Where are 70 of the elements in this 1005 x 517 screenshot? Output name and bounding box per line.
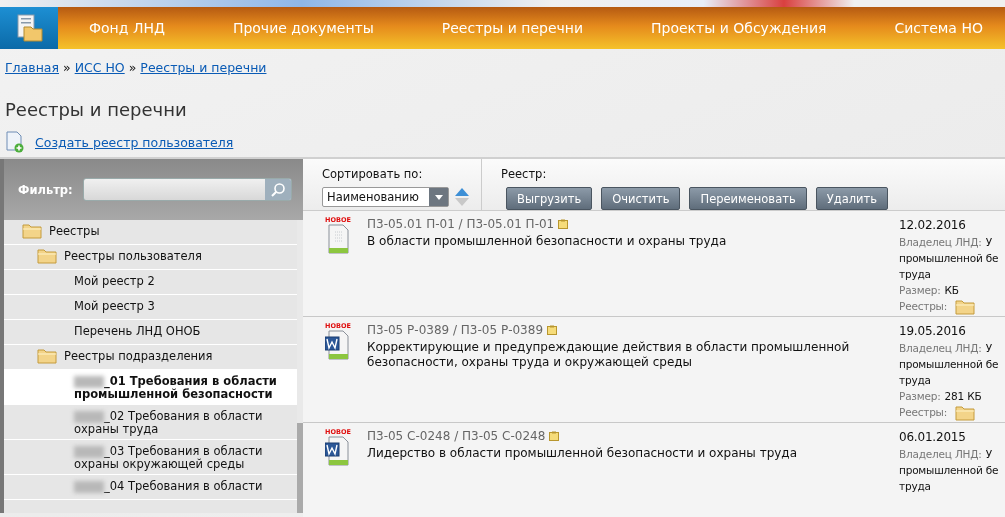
owner-value: У — [985, 448, 992, 460]
document-title[interactable]: Корректирующие и предупреждающие действия в области промышленной безопасности, охраны труда и окружающей среды — [367, 340, 857, 370]
document-icon[interactable] — [325, 224, 349, 254]
document-title[interactable]: В области промышленной безопасности и охраны труда — [367, 234, 857, 249]
size-label: Размер: — [899, 284, 941, 296]
breadcrumb-separator: » — [128, 60, 137, 75]
size-value: 281 КБ — [944, 390, 982, 402]
logo-icon — [0, 7, 58, 49]
registries-label: Реестры: — [899, 406, 948, 418]
document-date: 19.05.2016 — [899, 323, 967, 339]
sort-ascending-icon[interactable] — [455, 188, 469, 196]
folder-icon — [37, 348, 57, 364]
owner-label: Владелец ЛНД: — [899, 236, 982, 248]
folder-icon[interactable] — [955, 405, 976, 421]
breadcrumb-link[interactable]: Реестры и перечни — [140, 60, 267, 75]
size-value: КБ — [944, 284, 959, 296]
document-code[interactable]: П3-05.01 П-01 / П3-05.01 П-01 — [367, 217, 555, 231]
tree-item[interactable]: Мой реестр 3 — [4, 295, 297, 320]
document-date: 06.01.2015 — [899, 429, 967, 445]
registry-button[interactable]: Выгрузить — [506, 187, 593, 210]
page-title: Реестры и перечни — [4, 98, 188, 122]
document-date: 12.02.2016 — [899, 217, 967, 233]
owner-value: У — [985, 342, 992, 354]
owner-value: труда — [899, 374, 931, 386]
sort-select[interactable]: Наименованию — [322, 187, 449, 207]
word-document-icon[interactable] — [325, 330, 349, 360]
registries-label: Реестры: — [899, 300, 948, 312]
registry-button[interactable]: Очистить — [601, 187, 681, 210]
owner-value: промышленной бе — [899, 358, 999, 370]
filter-field[interactable] — [82, 178, 292, 201]
document-code[interactable]: П3-05 С-0248 / П3-05 С-0248 — [367, 429, 546, 443]
registry-button[interactable]: Переименовать — [689, 187, 807, 210]
note-icon[interactable] — [547, 325, 558, 335]
document-title[interactable]: Лидерство в области промышленной безопасности и охраны труда — [367, 446, 857, 461]
registry-label: Реестр: — [501, 167, 548, 181]
tree-item[interactable]: _03 Требования в области охраны окружающей среды — [4, 440, 297, 475]
owner-label: Владелец ЛНД: — [899, 448, 982, 460]
filter-label: Фильтр: — [18, 182, 73, 197]
tree-item[interactable]: Перечень ЛНД ОНОБ — [4, 320, 297, 345]
owner-value: промышленной бе — [899, 252, 999, 264]
folder-icon[interactable] — [955, 299, 976, 315]
search-icon — [269, 181, 286, 198]
owner-value: труда — [899, 480, 931, 492]
owner-label: Владелец ЛНД: — [899, 342, 982, 354]
owner-value: труда — [899, 268, 931, 280]
registry-button[interactable]: Удалить — [815, 187, 888, 210]
sort-label: Сортировать по: — [322, 167, 424, 181]
folder-icon — [37, 248, 57, 264]
tree-item[interactable]: Реестры — [4, 220, 297, 245]
note-icon[interactable] — [558, 219, 569, 229]
folder-icon — [22, 223, 42, 239]
tree-item[interactable]: Мой реестр 2 — [4, 270, 297, 295]
owner-value: промышленной бе — [899, 464, 999, 476]
search-button[interactable] — [264, 179, 291, 200]
tree-item[interactable]: Реестры пользователя — [4, 245, 297, 270]
add-document-icon — [5, 131, 25, 153]
owner-value: У — [985, 236, 992, 248]
caret-icon — [434, 194, 443, 200]
document-code[interactable]: П3-05 Р-0389 / П3-05 Р-0389 — [367, 323, 544, 337]
tree-item[interactable]: _04 Требования в области — [4, 475, 297, 500]
breadcrumb-link[interactable]: ИСС НО — [74, 60, 125, 75]
size-label: Размер: — [899, 390, 941, 402]
breadcrumb-separator: » — [63, 60, 71, 75]
breadcrumb-link[interactable]: Главная — [5, 60, 59, 75]
sort-descending-icon[interactable] — [455, 198, 469, 206]
create-registry-link[interactable]: Создать реестр пользователя — [35, 134, 234, 150]
word-document-icon[interactable] — [325, 436, 349, 466]
tree-item[interactable]: _01 Требования в области промышленной безопасности — [4, 370, 297, 405]
note-icon[interactable] — [549, 431, 560, 441]
tree-item[interactable]: _02 Требования в области охраны труда — [4, 405, 297, 440]
